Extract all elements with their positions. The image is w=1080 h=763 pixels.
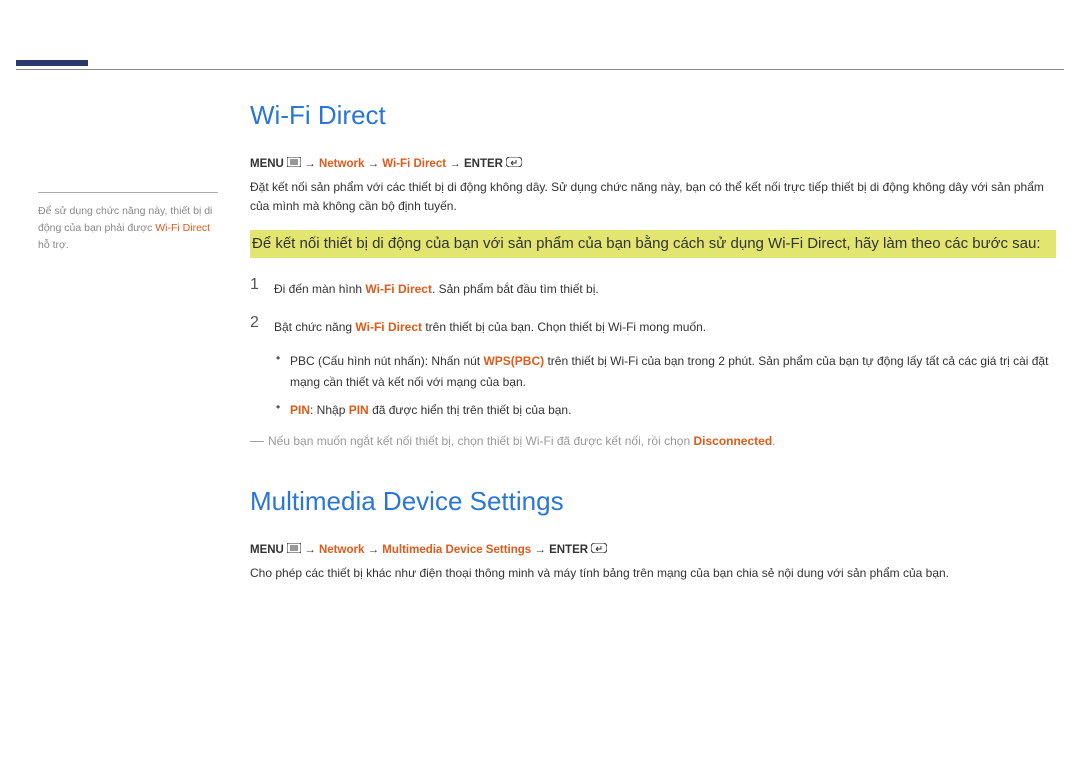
path-network: Network	[319, 544, 364, 556]
step-suffix: trên thiết bị của bạn. Chọn thiết bị Wi-…	[422, 320, 706, 334]
wifi-menu-path: MENU → Network → Wi-Fi Direct → ENTER	[250, 157, 1056, 170]
bullet-suffix: đã được hiển thị trên thiết bị của bạn.	[369, 403, 572, 417]
bullet-text: PBC (Cấu hình nút nhấn): Nhấn nút WPS(PB…	[290, 351, 1056, 392]
section-multimedia: Multimedia Device Settings MENU → Networ…	[250, 486, 1056, 583]
bullet-dot: •	[276, 351, 290, 365]
bullet-middle: : Nhập	[310, 403, 349, 417]
path-arrow: →	[304, 158, 316, 170]
step-row: 2 Bật chức năng Wi-Fi Direct trên thiết …	[250, 314, 1056, 337]
header-divider	[16, 69, 1064, 70]
path-enter-label: ENTER	[549, 544, 588, 556]
bullet-row: • PBC (Cấu hình nút nhấn): Nhấn nút WPS(…	[276, 351, 1056, 392]
path-network: Network	[319, 158, 364, 170]
bullet-highlight: PIN	[290, 403, 310, 417]
sidebar-note-suffix: hỗ trợ.	[38, 239, 69, 251]
step-highlight: Wi-Fi Direct	[365, 282, 432, 296]
step-prefix: Đi đến màn hình	[274, 282, 365, 296]
step-number: 1	[250, 276, 274, 294]
path-menu-label: MENU	[250, 544, 284, 556]
menu-icon	[287, 157, 301, 170]
sidebar-note-highlight: Wi-Fi Direct	[155, 222, 210, 234]
path-arrow: →	[304, 544, 316, 556]
path-arrow: →	[368, 158, 380, 170]
path-arrow: →	[449, 158, 461, 170]
multimedia-desc: Cho phép các thiết bị khác như điện thoạ…	[250, 564, 1056, 583]
step-text: Bật chức năng Wi-Fi Direct trên thiết bị…	[274, 314, 706, 337]
multimedia-menu-path: MENU → Network → Multimedia Device Setti…	[250, 543, 1056, 556]
wifi-desc: Đặt kết nối sản phẩm với các thiết bị di…	[250, 178, 1056, 216]
section-wifi-title: Wi-Fi Direct	[250, 100, 1056, 131]
bullet-row: • PIN: Nhập PIN đã được hiển thị trên th…	[276, 400, 1056, 420]
wifi-highlight-instruction: Để kết nối thiết bị di động của bạn với …	[250, 230, 1056, 258]
path-enter-label: ENTER	[464, 158, 503, 170]
bullet-highlight: PIN	[349, 403, 369, 417]
note-dash-icon: ―	[250, 432, 268, 448]
path-wifidirect: Wi-Fi Direct	[382, 158, 446, 170]
path-multimedia: Multimedia Device Settings	[382, 544, 531, 556]
note-text: Nếu bạn muốn ngắt kết nối thiết bị, chọn…	[268, 434, 776, 448]
enter-icon	[506, 157, 522, 170]
section-multimedia-title: Multimedia Device Settings	[250, 486, 1056, 517]
step-prefix: Bật chức năng	[274, 320, 355, 334]
path-arrow: →	[534, 544, 546, 556]
menu-icon	[287, 543, 301, 556]
main-content: Wi-Fi Direct MENU → Network → Wi-Fi Dire…	[250, 100, 1056, 598]
header-accent-bar	[16, 60, 88, 66]
bullet-highlight: WPS(PBC)	[483, 354, 544, 368]
note-row: ― Nếu bạn muốn ngắt kết nối thiết bị, ch…	[250, 434, 1056, 450]
step-text: Đi đến màn hình Wi-Fi Direct. Sản phẩm b…	[274, 276, 599, 299]
sidebar-note: Để sử dụng chức năng này, thiết bị di độ…	[38, 192, 218, 253]
note-suffix: .	[772, 434, 775, 448]
path-menu-label: MENU	[250, 158, 284, 170]
step-suffix: . Sản phẩm bắt đầu tìm thiết bị.	[432, 282, 599, 296]
note-highlight: Disconnected	[693, 434, 772, 448]
sidebar-divider	[38, 192, 218, 193]
note-prefix: Nếu bạn muốn ngắt kết nối thiết bị, chọn…	[268, 434, 693, 448]
bullet-text: PIN: Nhập PIN đã được hiển thị trên thiế…	[290, 400, 571, 420]
bullet-prefix: PBC (Cấu hình nút nhấn): Nhấn nút	[290, 354, 483, 368]
sidebar-text: Để sử dụng chức năng này, thiết bị di độ…	[38, 203, 218, 253]
step-number: 2	[250, 314, 274, 332]
step-row: 1 Đi đến màn hình Wi-Fi Direct. Sản phẩm…	[250, 276, 1056, 299]
path-arrow: →	[368, 544, 380, 556]
enter-icon	[591, 543, 607, 556]
bullet-dot: •	[276, 400, 290, 414]
bullet-list: • PBC (Cấu hình nút nhấn): Nhấn nút WPS(…	[276, 351, 1056, 420]
step-highlight: Wi-Fi Direct	[355, 320, 422, 334]
